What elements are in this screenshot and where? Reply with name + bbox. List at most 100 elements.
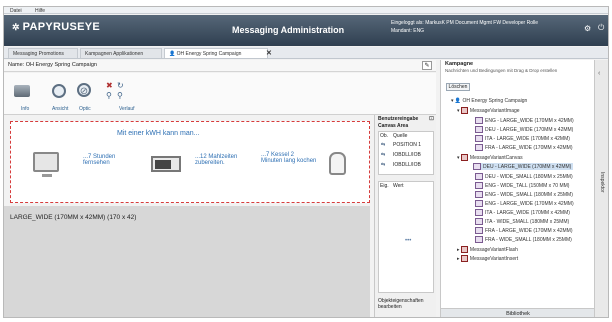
tree-item-label: DEU - LARGE_WIDE (170MM x 42MM) bbox=[485, 126, 574, 133]
variant-icon bbox=[475, 126, 483, 133]
user-icon: 👤 bbox=[169, 51, 177, 57]
tree-item[interactable]: FRA - LARGE_WIDE (170MM x 42MM) bbox=[475, 227, 573, 234]
info-label[interactable]: Info bbox=[21, 106, 29, 112]
splitter-dots[interactable]: ••• bbox=[405, 238, 411, 244]
optic-label[interactable]: Optic bbox=[79, 106, 91, 112]
user-input-panel: Benutzereingabe ⊡ Canvas Area Ob. Quelle… bbox=[374, 115, 436, 317]
tree-group-label: MessageVariantImage bbox=[469, 107, 520, 114]
menu-file[interactable]: Datei bbox=[10, 8, 22, 14]
tree-item-label: ITA - LARGE_WIDE (170MM x 42MM) bbox=[485, 209, 570, 216]
variant-icon bbox=[475, 227, 483, 234]
app-title: Messaging Administration bbox=[232, 25, 345, 35]
mandant-info: Mandant: ENG bbox=[391, 28, 425, 34]
ansicht-label[interactable]: Ansicht bbox=[52, 106, 68, 112]
folder-icon bbox=[460, 154, 468, 161]
tree-item-label: ITA - WIDE_SMALL (180MM x 25MM) bbox=[485, 218, 570, 225]
folder-icon bbox=[460, 246, 468, 253]
col-quelle: Quelle bbox=[393, 133, 408, 139]
tree-group[interactable]: ▾ MessageVariantImage bbox=[457, 107, 520, 114]
refresh-icon[interactable]: ↻ bbox=[117, 81, 124, 90]
close-tab-icon[interactable]: ✕ bbox=[266, 49, 272, 57]
preview-area: LARGE_WIDE (170MM x 42MM) (170 x 42) bbox=[4, 206, 370, 317]
edit-properties-footer[interactable]: Objekteigenschaften bearbeiten bbox=[378, 298, 434, 310]
row-icon: ⇆ bbox=[381, 152, 386, 158]
tree-item-label: FRA - LARGE_WIDE (170MM x 42MM) bbox=[485, 227, 573, 234]
table-row[interactable]: POSITION 1 bbox=[393, 142, 421, 148]
tab-bar: Messaging Promotions Kampagnen Applikati… bbox=[4, 47, 608, 59]
edit-pencil-button[interactable]: ✎ bbox=[422, 61, 432, 70]
chevron-left-icon[interactable]: ‹ bbox=[598, 70, 600, 77]
magnifier-icon[interactable] bbox=[52, 84, 66, 98]
tree-root-label: OH Energy Spring Campaign bbox=[462, 98, 528, 104]
delete-button[interactable]: Löschen bbox=[446, 83, 470, 91]
title-bar: ✲ PAPYRUSEYE Messaging Administration Ei… bbox=[4, 15, 608, 46]
optic-icon[interactable]: ⊘ bbox=[77, 83, 91, 97]
menu-bar: Datei Hilfe bbox=[4, 7, 608, 14]
variant-icon bbox=[475, 173, 483, 180]
variant-icon bbox=[475, 236, 483, 243]
power-icon[interactable]: ⏻ bbox=[598, 23, 604, 33]
inspector-sidebar[interactable]: ‹ Inspektor bbox=[594, 60, 608, 317]
col-eig: Eig. bbox=[380, 183, 389, 189]
tree-group[interactable]: ▸ MessageVariantInsert bbox=[457, 255, 518, 262]
canvas-area[interactable]: Mit einer kWH kann man... ...7 Stunden f… bbox=[10, 121, 370, 203]
toolbar: ⊘ ✖ ↻ ⚲ ⚲ Info Ansicht Optic Verlauf bbox=[4, 73, 436, 115]
tree-item[interactable]: ITA - LARGE_WIDE (170MM x 42MM) bbox=[475, 135, 570, 142]
canvas-heading: Mit einer kWH kann man... bbox=[117, 130, 200, 137]
pin-icon[interactable]: ⊡ bbox=[429, 115, 434, 122]
tab-messaging-promotions[interactable]: Messaging Promotions bbox=[8, 48, 78, 58]
tree-item[interactable]: ITA - WIDE_SMALL (180MM x 25MM) bbox=[475, 218, 569, 225]
tree-item[interactable]: DEU - WIDE_SMALL (180MM x 25MM) bbox=[475, 173, 573, 180]
library-footer[interactable]: Bibliothek bbox=[441, 308, 595, 317]
canvas-item-microwave-text: ...12 Mahlzeiten zubereiten. bbox=[195, 154, 238, 166]
tree-item-label: ENG - WIDE_SMALL (180MM x 25MM) bbox=[485, 191, 573, 198]
tree-item-selected[interactable]: DEU - LARGE_WIDE (170MM x 42MM) bbox=[473, 163, 574, 170]
tree-item[interactable]: FRA - WIDE_SMALL (180MM x 25MM) bbox=[475, 236, 572, 243]
tree-group[interactable]: ▸ MessageVariantFlash bbox=[457, 246, 518, 253]
size-label: LARGE_WIDE (170MM x 42MM) (170 x 42) bbox=[10, 214, 137, 221]
name-bar: Name: OH Energy Spring Campaign ✎ bbox=[4, 60, 436, 72]
variant-icon bbox=[475, 218, 483, 225]
search-icon[interactable]: ⚲ bbox=[106, 91, 112, 100]
tree-group-label: MessageVariantInsert bbox=[469, 255, 519, 262]
variant-icon bbox=[475, 182, 483, 189]
folder-icon bbox=[460, 255, 468, 262]
tree-item[interactable]: DEU - LARGE_WIDE (170MM x 42MM) bbox=[475, 126, 573, 133]
user-icon: 👤 bbox=[454, 98, 463, 104]
filter-search-icon[interactable]: ⚲ bbox=[117, 91, 123, 100]
delete-icon[interactable]: ✖ bbox=[106, 81, 113, 90]
verlauf-label[interactable]: Verlauf bbox=[119, 106, 135, 112]
tree-item[interactable]: ENG - WIDE_SMALL (180MM x 25MM) bbox=[475, 191, 573, 198]
canvas-area-subtitle: Canvas Area bbox=[378, 123, 409, 129]
user-info: Eingeloggt als: MarkusK PM Document Mgmt… bbox=[391, 20, 538, 26]
tree-item[interactable]: ENG - LARGE_WIDE (170MM x 42MM) bbox=[475, 200, 574, 207]
tree-root[interactable]: ▾ 👤 OH Energy Spring Campaign bbox=[451, 98, 527, 104]
tree-item[interactable]: ENG - WIDE_TALL (150MM x 70 MM) bbox=[475, 182, 569, 189]
tree-item-label: ENG - WIDE_TALL (150MM x 70 MM) bbox=[485, 182, 570, 189]
col-wert: Wert bbox=[393, 183, 404, 189]
info-icon[interactable] bbox=[14, 85, 30, 97]
tree-group[interactable]: ▾ MessageVariantCanvas bbox=[457, 154, 523, 161]
table-row[interactable]: IOBDLL/IOB bbox=[393, 152, 421, 158]
settings-icon[interactable]: ⚙ bbox=[584, 24, 591, 33]
user-input-title: Benutzereingabe bbox=[378, 116, 419, 122]
tab-kampagnen-applikationen[interactable]: Kampagnen Applikationen bbox=[80, 48, 162, 58]
tree-item[interactable]: ITA - LARGE_WIDE (170MM x 42MM) bbox=[475, 209, 570, 216]
tree-item[interactable]: FRA - LARGE_WIDE (170MM x 42MM) bbox=[475, 144, 573, 151]
variant-icon bbox=[475, 191, 483, 198]
inspector-label: Inspektor bbox=[599, 172, 605, 193]
kettle-icon bbox=[329, 152, 346, 175]
campaign-title: Kampagne bbox=[445, 61, 474, 67]
tab-oh-energy-spring-campaign[interactable]: 👤 OH Energy Spring Campaign bbox=[164, 48, 268, 58]
properties-table: Eig. Wert ••• bbox=[378, 181, 434, 293]
folder-icon bbox=[460, 107, 468, 114]
tree-item-label: DEU - LARGE_WIDE (170MM x 42MM) bbox=[483, 163, 572, 170]
menu-help[interactable]: Hilfe bbox=[35, 8, 45, 14]
table-row[interactable]: IOBDLL/IOB bbox=[393, 162, 421, 168]
row-icon: ⇆ bbox=[381, 162, 386, 168]
tree-group-label: MessageVariantFlash bbox=[469, 246, 518, 253]
campaign-name-label: Name: OH Energy Spring Campaign bbox=[8, 62, 97, 68]
tree-item[interactable]: ENG - LARGE_WIDE (170MM x 42MM) bbox=[475, 117, 574, 124]
brand-logo: ✲ PAPYRUSEYE bbox=[12, 21, 101, 33]
microwave-window bbox=[155, 160, 171, 169]
